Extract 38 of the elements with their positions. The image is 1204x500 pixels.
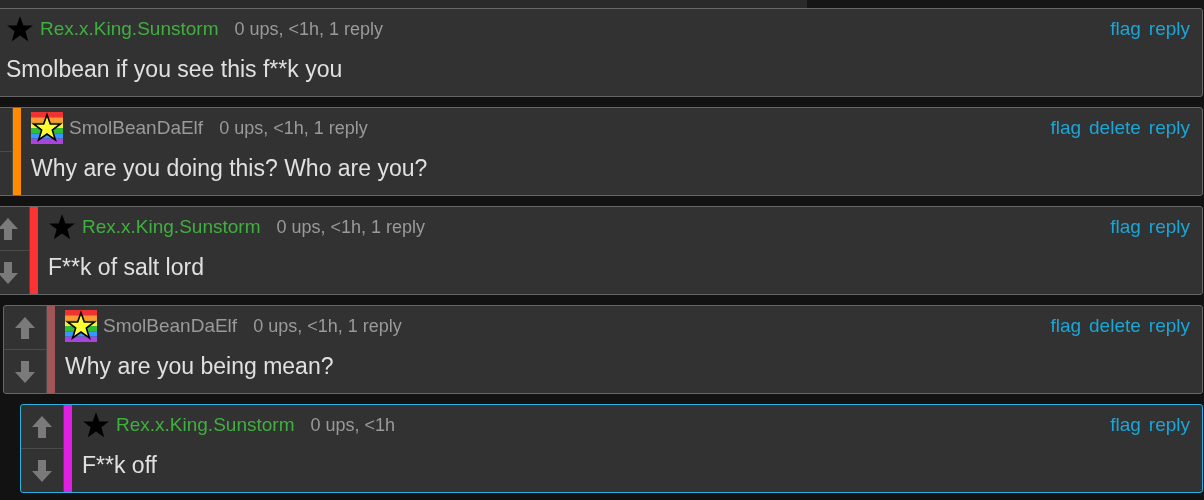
action-link[interactable]: flag: [1110, 414, 1141, 436]
action-link[interactable]: reply: [1148, 117, 1190, 139]
upvote-arrow-icon[interactable]: [14, 315, 36, 340]
upvote-arrow-icon[interactable]: [0, 216, 19, 241]
action-link[interactable]: reply: [1148, 414, 1190, 436]
star-icon: [82, 411, 110, 439]
action-link[interactable]: flag: [1110, 18, 1141, 40]
comment-meta: 0 ups, <1h, 1 reply: [253, 315, 402, 337]
username-link[interactable]: SmolBeanDaElf: [69, 117, 204, 139]
comment-text: Smolbean if you see this f**k you: [6, 55, 344, 84]
action-link[interactable]: flag: [1050, 117, 1082, 139]
action-link[interactable]: reply: [1148, 18, 1190, 40]
comment-meta: 0 ups, <1h, 1 reply: [276, 216, 426, 238]
comment-text: Why are you doing this? Who are you?: [31, 154, 429, 183]
star-icon: [48, 213, 76, 241]
comment-meta: 0 ups, <1h, 1 reply: [219, 117, 368, 139]
action-link[interactable]: flag: [1050, 315, 1082, 337]
username-link[interactable]: SmolBeanDaElf: [103, 315, 238, 337]
upvote-arrow-icon[interactable]: [31, 414, 53, 439]
rainbow-star-icon: [31, 112, 63, 144]
action-link[interactable]: reply: [1148, 216, 1190, 238]
downvote-arrow-icon[interactable]: [0, 260, 19, 285]
downvote-arrow-icon[interactable]: [31, 458, 53, 483]
username-link[interactable]: Rex.x.King.Sunstorm: [116, 414, 295, 436]
comment-text: Why are you being mean?: [65, 352, 335, 381]
comment-meta: 0 ups, <1h, 1 reply: [234, 18, 384, 40]
action-link[interactable]: reply: [1148, 315, 1190, 337]
username-link[interactable]: Rex.x.King.Sunstorm: [40, 18, 219, 40]
rainbow-star-icon: [65, 310, 97, 342]
action-link[interactable]: delete: [1089, 315, 1141, 337]
username-link[interactable]: Rex.x.King.Sunstorm: [82, 216, 261, 238]
action-link[interactable]: flag: [1110, 216, 1141, 238]
comment-meta: 0 ups, <1h: [310, 414, 396, 436]
comment-text: F**k off: [82, 451, 158, 480]
downvote-arrow-icon[interactable]: [14, 359, 36, 384]
star-icon: [6, 15, 34, 43]
comment-text: F**k of salt lord: [48, 253, 205, 282]
action-link[interactable]: delete: [1089, 117, 1141, 139]
